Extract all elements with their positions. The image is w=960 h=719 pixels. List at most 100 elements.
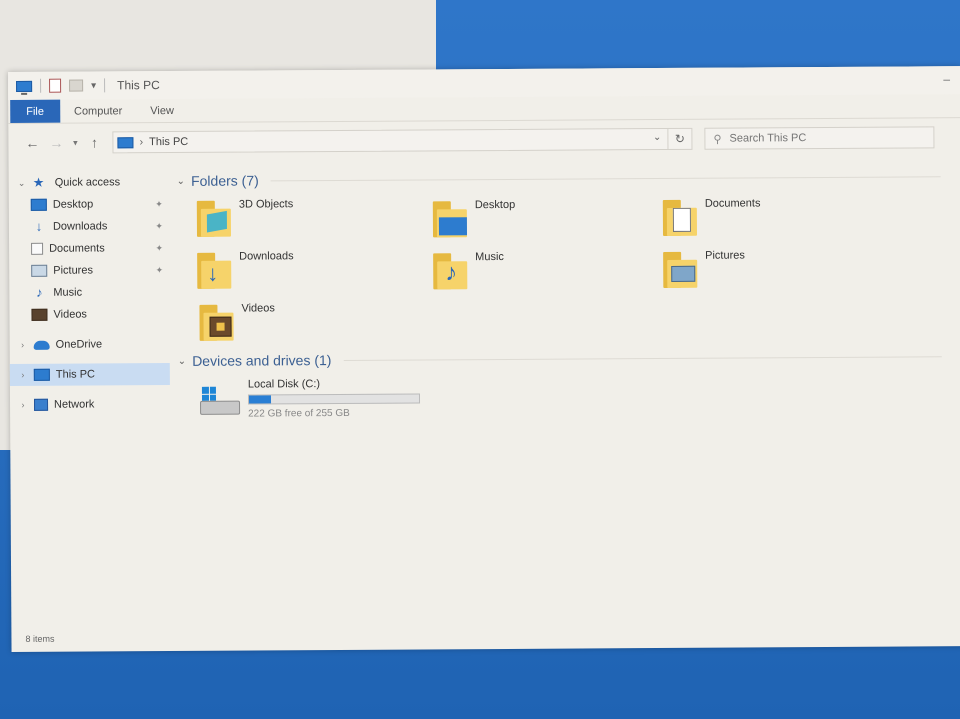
- 3d-objects-folder-icon: [196, 199, 232, 239]
- content-pane: ⌄ Folders (7) 3D Objects Desktop Documen…: [173, 164, 960, 609]
- group-title: Folders (7): [191, 172, 259, 189]
- address-bar[interactable]: › This PC ⌄ ↻: [112, 127, 693, 154]
- drive-name: Local Disk (C:): [247, 378, 321, 391]
- folder-name: Pictures: [705, 249, 745, 262]
- sidebar-item-this-pc[interactable]: › This PC: [9, 363, 170, 386]
- refresh-icon[interactable]: ↻: [667, 128, 692, 149]
- pin-icon[interactable]: ✦: [155, 243, 163, 254]
- breadcrumb[interactable]: This PC: [149, 136, 188, 148]
- ribbon-tabs: File Computer View: [8, 94, 960, 124]
- sidebar-item-downloads[interactable]: ↓ Downloads ✦: [9, 215, 169, 238]
- up-arrow-icon[interactable]: ↑: [82, 134, 106, 150]
- folder-desktop[interactable]: Desktop: [432, 196, 653, 245]
- this-pc-icon: [16, 80, 33, 92]
- pin-icon[interactable]: ✦: [155, 221, 163, 232]
- this-pc-icon: [117, 136, 134, 148]
- star-icon: ★: [32, 174, 45, 190]
- hard-drive-icon: [200, 386, 242, 423]
- sidebar-item-label: This PC: [55, 368, 96, 381]
- sidebar-item-label: Downloads: [52, 220, 108, 233]
- expand-chevron-icon[interactable]: ›: [16, 400, 30, 410]
- pin-icon[interactable]: ✦: [155, 199, 163, 210]
- pin-icon[interactable]: ✦: [156, 265, 164, 276]
- forward-arrow-icon[interactable]: →: [44, 135, 68, 151]
- customize-toolbar-icon[interactable]: ▾: [91, 80, 96, 91]
- pictures-folder-icon: [663, 250, 698, 290]
- desktop-icon: [30, 198, 47, 211]
- sidebar-item-label: Documents: [49, 242, 105, 255]
- sidebar-item-label: Pictures: [53, 264, 94, 277]
- sidebar-item-onedrive[interactable]: › OneDrive: [10, 333, 170, 356]
- sidebar-item-label: Network: [53, 398, 95, 411]
- folder-documents[interactable]: Documents: [662, 195, 883, 244]
- sidebar-item-label: Desktop: [52, 198, 94, 211]
- this-pc-icon: [33, 368, 50, 381]
- drives-grid: Local Disk (C:) 222 GB free of 255 GB: [174, 368, 960, 443]
- sidebar-item-label: Quick access: [54, 176, 121, 189]
- windows-logo-icon: [201, 386, 217, 401]
- address-dropdown-icon[interactable]: ⌄: [653, 132, 661, 143]
- collapse-chevron-icon[interactable]: ⌄: [177, 175, 185, 186]
- folder-3d-objects[interactable]: 3D Objects: [196, 196, 417, 245]
- collapse-chevron-icon[interactable]: ⌄: [178, 355, 186, 366]
- sidebar-item-documents[interactable]: Documents ✦: [9, 237, 169, 260]
- search-box[interactable]: ⚲: [704, 126, 935, 150]
- documents-folder-icon: [662, 198, 698, 238]
- expand-chevron-icon[interactable]: ›: [16, 370, 30, 380]
- breadcrumb-chevron-icon[interactable]: ›: [139, 136, 143, 148]
- music-icon: ♪: [36, 284, 43, 300]
- desktop-folder-icon: [432, 199, 468, 239]
- folder-name: Desktop: [474, 198, 516, 212]
- drive-free-space: 222 GB free of 255 GB: [248, 407, 350, 420]
- divider: [343, 355, 942, 361]
- divider: [270, 175, 941, 181]
- new-folder-icon[interactable]: [69, 79, 84, 92]
- properties-icon[interactable]: [49, 78, 62, 93]
- back-arrow-icon[interactable]: ←: [20, 135, 44, 151]
- file-explorer-window: ▾ This PC – File Computer View ← → ▾ ↑ ›…: [8, 66, 960, 652]
- search-input[interactable]: [729, 131, 910, 145]
- folder-name: Downloads: [239, 250, 294, 263]
- navigation-pane: ⌄ ★ Quick access Desktop ✦ ↓ Downloads ✦…: [9, 171, 172, 612]
- downloads-icon: ↓: [35, 218, 43, 234]
- sidebar-item-desktop[interactable]: Desktop ✦: [9, 193, 169, 216]
- drive-usage-bar: [247, 393, 421, 405]
- status-item-count: 8 items: [25, 633, 55, 644]
- videos-folder-icon: [199, 303, 234, 343]
- sidebar-item-quick-access[interactable]: ⌄ ★ Quick access: [9, 171, 169, 194]
- expand-chevron-icon[interactable]: ›: [16, 340, 30, 350]
- folder-name: Documents: [704, 197, 761, 210]
- tab-view[interactable]: View: [136, 99, 188, 122]
- divider: [40, 78, 42, 93]
- pictures-icon: [31, 264, 48, 277]
- recent-locations-chevron-icon[interactable]: ▾: [68, 137, 82, 148]
- expand-chevron-icon[interactable]: ⌄: [15, 177, 29, 188]
- folder-pictures[interactable]: Pictures: [663, 247, 883, 296]
- minimize-button[interactable]: –: [943, 72, 950, 86]
- documents-icon: [31, 242, 44, 255]
- network-icon: [33, 398, 49, 411]
- sidebar-item-videos[interactable]: Videos: [9, 303, 169, 326]
- sidebar-item-network[interactable]: › Network: [10, 393, 170, 416]
- sidebar-item-pictures[interactable]: Pictures ✦: [9, 259, 169, 282]
- sidebar-item-label: Music: [53, 286, 83, 299]
- navigation-bar: ← → ▾ ↑ › This PC ⌄ ↻ ⚲: [8, 122, 960, 158]
- group-title: Devices and drives (1): [192, 352, 332, 369]
- sidebar-item-music[interactable]: ♪ Music: [9, 281, 169, 304]
- downloads-folder-icon: ↓: [197, 251, 232, 291]
- music-folder-icon: ♪: [433, 251, 468, 291]
- folder-name: Videos: [241, 302, 275, 315]
- sidebar-item-label: OneDrive: [55, 338, 103, 351]
- tab-computer[interactable]: Computer: [60, 99, 136, 122]
- cloud-icon: [33, 340, 50, 350]
- folder-name: Music: [475, 250, 504, 264]
- drive-local-disk-c[interactable]: Local Disk (C:) 222 GB free of 255 GB: [200, 377, 460, 429]
- tab-file[interactable]: File: [10, 99, 61, 123]
- window-title: This PC: [117, 78, 160, 93]
- folder-videos[interactable]: Videos: [199, 299, 419, 348]
- folder-music[interactable]: ♪ Music: [433, 248, 653, 297]
- folders-grid: 3D Objects Desktop Documents ↓ Downloads…: [173, 188, 960, 349]
- divider: [104, 78, 106, 93]
- folder-downloads[interactable]: ↓ Downloads: [197, 248, 417, 297]
- sidebar-item-label: Videos: [53, 308, 87, 321]
